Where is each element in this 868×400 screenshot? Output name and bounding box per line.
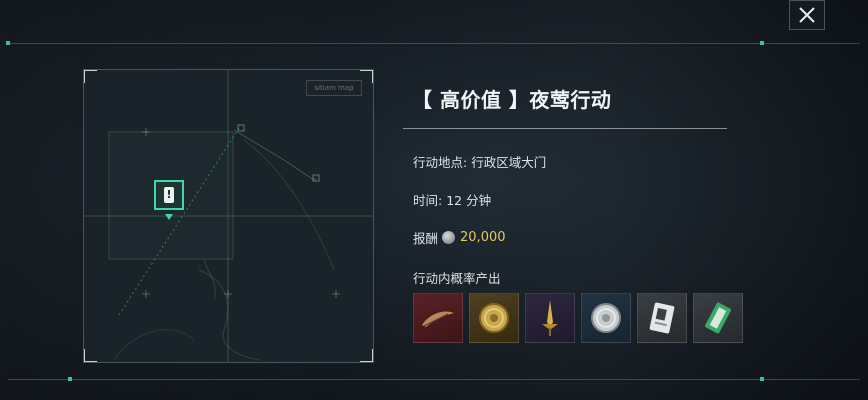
frame-bottom-line <box>8 379 860 380</box>
location-label: 行动地点: <box>413 155 468 170</box>
frame-dot <box>760 41 764 45</box>
marker-pointer-icon <box>165 214 173 220</box>
drop-item[interactable] <box>693 293 743 343</box>
mission-location: 行动地点: 行政区域大门 <box>413 152 546 171</box>
drop-item[interactable] <box>469 293 519 343</box>
frame-dot <box>68 377 72 381</box>
close-icon <box>799 7 815 23</box>
mission-location-marker[interactable] <box>154 180 184 210</box>
location-value: 行政区域大门 <box>471 155 547 170</box>
frame-top-line <box>8 43 860 44</box>
title-divider <box>403 128 727 129</box>
silver-coin-icon <box>591 303 621 333</box>
currency-coin-icon <box>442 231 456 244</box>
map-corner <box>84 349 97 362</box>
drop-item[interactable] <box>413 293 463 343</box>
green-ticket-icon <box>705 302 731 334</box>
mission-time: 时间: 12 分钟 <box>413 190 491 209</box>
time-label: 时间: <box>413 193 443 208</box>
mission-title: 【 高价值 】夜莺行动 <box>412 88 612 112</box>
feather-quill-icon <box>422 311 454 327</box>
map-corner <box>360 349 373 362</box>
golden-dagger-icon <box>542 300 558 336</box>
drops-heading: 行动内概率产出 <box>413 271 501 286</box>
alert-icon <box>164 187 174 203</box>
gold-coin-icon <box>479 303 509 333</box>
minimap-label: sitiam map <box>306 80 362 96</box>
drop-item[interactable] <box>525 293 575 343</box>
close-button[interactable] <box>789 0 825 30</box>
drop-item-list <box>413 293 743 343</box>
frame-dot <box>760 377 764 381</box>
frame-dot <box>6 41 10 45</box>
map-corner <box>84 70 97 83</box>
mission-map[interactable]: sitiam map <box>83 69 374 363</box>
mission-reward: 报酬 20,000 <box>413 228 506 247</box>
map-terrain <box>84 70 373 362</box>
map-corner <box>360 70 373 83</box>
drop-item[interactable] <box>637 293 687 343</box>
drop-item[interactable] <box>581 293 631 343</box>
time-value: 12 分钟 <box>446 193 492 208</box>
reward-value: 20,000 <box>460 230 506 245</box>
id-card-icon <box>649 302 675 334</box>
reward-label: 报酬 <box>413 231 439 246</box>
